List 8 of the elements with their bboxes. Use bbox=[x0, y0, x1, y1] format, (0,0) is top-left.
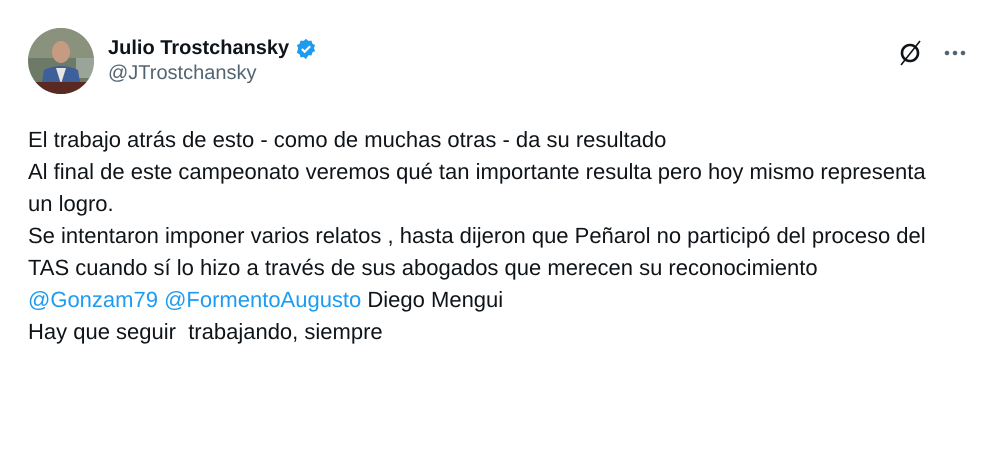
author-handle[interactable]: @JTrostchansky bbox=[108, 62, 884, 85]
tweet-text: Se intentaron imponer varios relatos , hasta dijeron que Peñarol no participó del proceso del TAS cuando sí lo hizo a través de sus abogados que merecen su reconocimiento @Gonzam79 @FormentoAugusto Diego Mengui bbox=[28, 222, 927, 314]
tweet-text: Hay que seguir trabajando, siempre bbox=[28, 318, 384, 346]
author-name[interactable]: Julio Trostchansky bbox=[108, 37, 290, 60]
slashed-circle-icon[interactable] bbox=[898, 40, 922, 66]
tweet-text: El trabajo atrás de esto - como de muchas otras - da su resultado bbox=[28, 126, 668, 154]
more-icon[interactable] bbox=[944, 50, 966, 56]
tweet-text: Al final de este campeonato veremos qué tan importante resulta pero hoy mismo representa un logro. bbox=[28, 158, 927, 218]
